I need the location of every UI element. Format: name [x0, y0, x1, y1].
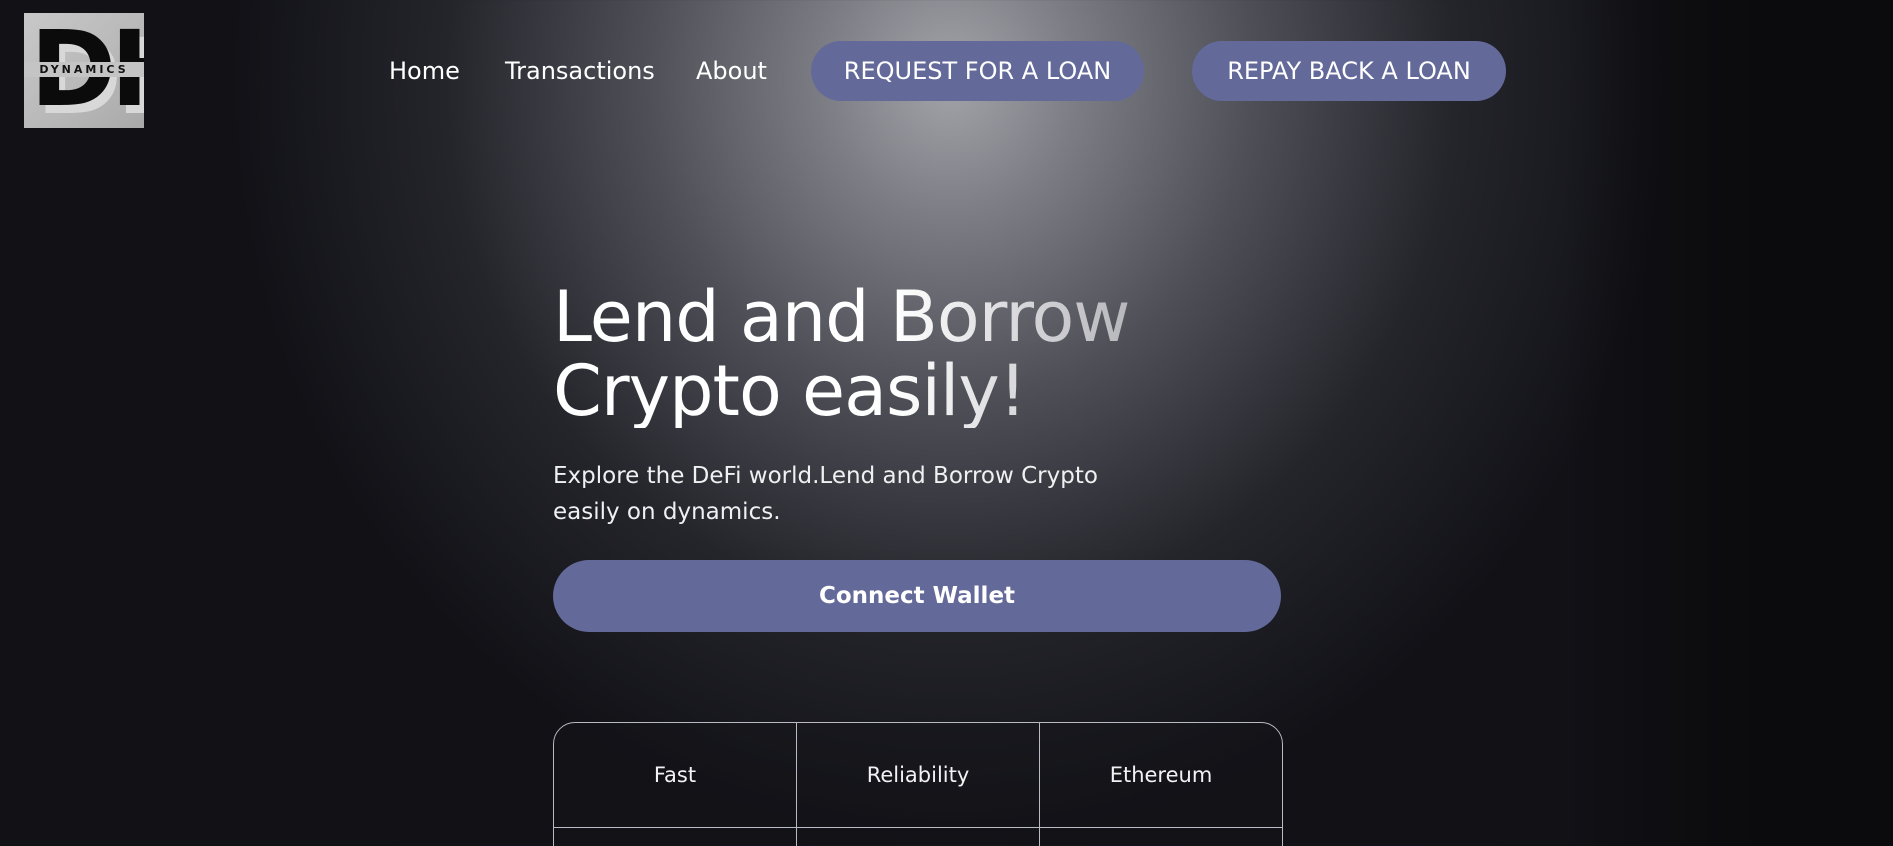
background-vignette [1563, 0, 1893, 846]
hero-title-line-1: Lend and Borrow [553, 276, 1130, 358]
hero-subtitle: Explore the DeFi world.Lend and Borrow C… [553, 458, 1113, 530]
feature-reliability: Reliability [866, 762, 970, 787]
feature-fast: Fast [653, 762, 697, 787]
repay-loan-button[interactable]: REPAY BACK A LOAN [1192, 41, 1506, 101]
dynamics-logo[interactable]: DH DYNAMICS [24, 13, 144, 128]
grid-divider [554, 827, 1282, 828]
hero-subtitle-line-2: easily on dynamics. [553, 499, 781, 525]
nav-transactions-link[interactable]: Transactions [505, 54, 655, 88]
connect-wallet-button[interactable]: Connect Wallet [553, 560, 1281, 632]
hero-title-line-2: Crypto easily! [553, 350, 1026, 432]
features-grid: Fast Reliability Ethereum [553, 722, 1283, 846]
feature-ethereum: Ethereum [1109, 762, 1213, 787]
request-loan-button[interactable]: REQUEST FOR A LOAN [811, 41, 1144, 101]
hero-title: Lend and Borrow Crypto easily! [553, 280, 1173, 428]
nav-about-link[interactable]: About [696, 54, 767, 88]
logo-wordmark: DYNAMICS [24, 62, 144, 77]
nav-home-link[interactable]: Home [389, 54, 460, 88]
hero-subtitle-line-1: Explore the DeFi world.Lend and Borrow C… [553, 463, 1098, 489]
